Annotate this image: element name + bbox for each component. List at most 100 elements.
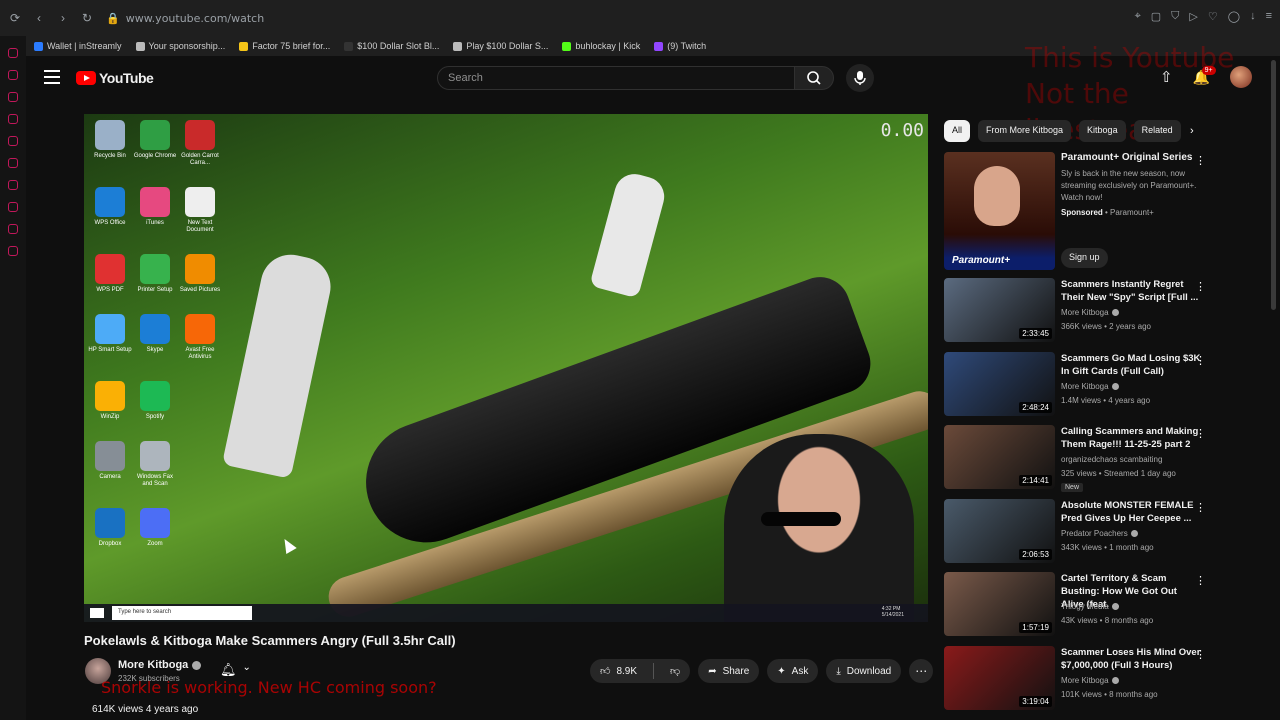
bookmark-4[interactable]: Play $100 Dollar S... bbox=[453, 41, 548, 51]
video-menu-icon[interactable]: ⋮ bbox=[1195, 354, 1206, 367]
bookmark-0[interactable]: Wallet | inStreamly bbox=[34, 41, 122, 51]
recommended-video[interactable]: 1:57:19 Cartel Territory & Scam Busting: … bbox=[944, 572, 1216, 646]
hamburger-menu-icon[interactable] bbox=[44, 70, 60, 84]
channel-name[interactable]: More Kitboga bbox=[118, 659, 202, 671]
verified-icon bbox=[1111, 676, 1119, 684]
voice-search-button[interactable] bbox=[846, 64, 874, 92]
download-icon[interactable]: ↓ bbox=[1250, 10, 1256, 23]
desktop-app-icon bbox=[95, 441, 125, 471]
video-channel[interactable]: More Kitboga bbox=[1061, 308, 1119, 317]
sidebar-app-icon[interactable] bbox=[8, 92, 18, 102]
reload-icon[interactable]: ⟳ bbox=[6, 9, 24, 27]
recommended-video[interactable]: 2:33:45 Scammers Instantly Regret Their N… bbox=[944, 278, 1216, 352]
video-title[interactable]: Scammer Loses His Mind Over $7,000,000 (… bbox=[1061, 646, 1201, 672]
video-menu-icon[interactable]: ⋮ bbox=[1195, 501, 1206, 514]
sidebar-app-icon[interactable] bbox=[8, 136, 18, 146]
bookmark-1[interactable]: Your sponsorship... bbox=[135, 41, 225, 51]
desktop-app-icon bbox=[185, 381, 215, 411]
sidebar-app-icon[interactable] bbox=[8, 70, 18, 80]
ad-signup-button[interactable]: Sign up bbox=[1061, 248, 1108, 268]
bookmark-icon bbox=[344, 41, 354, 51]
pin-icon[interactable]: ⌖ bbox=[1135, 10, 1141, 23]
back-icon[interactable]: ‹ bbox=[30, 9, 48, 27]
bookmark-6[interactable]: (9) Twitch bbox=[654, 41, 706, 51]
recommended-video[interactable]: 3:19:04 Scammer Loses His Mind Over $7,00… bbox=[944, 645, 1216, 720]
sidebar-app-icon[interactable] bbox=[8, 158, 18, 168]
bookmark-2[interactable]: Factor 75 brief for... bbox=[239, 41, 330, 51]
video-channel[interactable]: Predator Poachers bbox=[1061, 529, 1138, 538]
video-thumbnail[interactable]: 2:06:53 bbox=[944, 498, 1055, 563]
play-icon[interactable]: ▷ bbox=[1189, 10, 1197, 23]
video-player[interactable]: 0.00 Recycle Bin Google Chrome Golden Carr… bbox=[84, 114, 928, 622]
desktop-icon-label: Printer Setup bbox=[137, 287, 173, 293]
desktop-icon-label: WinZip bbox=[100, 414, 120, 420]
more-actions-button[interactable]: ⋯ bbox=[909, 659, 934, 683]
video-title[interactable]: Calling Scammers and Making Them Rage!!!… bbox=[1061, 425, 1201, 451]
bookmark-3[interactable]: $100 Dollar Slot Bl... bbox=[344, 41, 439, 51]
recommended-video[interactable]: 2:14:41 Calling Scammers and Making Them … bbox=[944, 425, 1216, 499]
video-scene-figure bbox=[221, 249, 337, 479]
sidebar-app-icon[interactable] bbox=[8, 180, 18, 190]
ad-menu-icon[interactable]: ⋮ bbox=[1195, 154, 1206, 167]
recommended-video[interactable]: 2:06:53 Absolute MONSTER FEMALE Pred Give… bbox=[944, 498, 1216, 573]
like-button[interactable]: 👍︎ 8.9K bbox=[590, 659, 647, 683]
video-menu-icon[interactable]: ⋮ bbox=[1195, 280, 1206, 293]
filter-chips: All From More Kitboga Kitboga Related bbox=[944, 120, 1181, 142]
video-thumbnail[interactable]: 2:48:24 bbox=[944, 351, 1055, 416]
video-menu-icon[interactable]: ⋮ bbox=[1195, 648, 1206, 661]
sidebar-app-icon[interactable] bbox=[8, 114, 18, 124]
account-icon[interactable]: ◯ bbox=[1228, 10, 1240, 23]
video-channel[interactable]: Trilogy Media bbox=[1061, 602, 1119, 611]
sidebar-app-icon[interactable] bbox=[8, 224, 18, 234]
video-thumbnail[interactable]: 2:14:41 bbox=[944, 425, 1055, 489]
video-title[interactable]: Absolute MONSTER FEMALE Pred Gives Up He… bbox=[1061, 499, 1201, 525]
chip-kitboga[interactable]: Kitboga bbox=[1079, 120, 1126, 142]
video-channel[interactable]: More Kitboga bbox=[1061, 382, 1119, 391]
sidebar-app-icon[interactable] bbox=[8, 202, 18, 212]
bookmark-5[interactable]: buhlockay | Kick bbox=[562, 41, 640, 51]
upload-icon[interactable]: ⇧ bbox=[1160, 68, 1173, 86]
forward-icon[interactable]: › bbox=[54, 9, 72, 27]
sidebar-app-icon[interactable] bbox=[8, 246, 18, 256]
ask-button[interactable]: ✦ Ask bbox=[767, 659, 819, 683]
video-thumbnail[interactable]: 2:33:45 bbox=[944, 278, 1055, 342]
video-menu-icon[interactable]: ⋮ bbox=[1195, 574, 1206, 587]
heart-icon[interactable]: ♡ bbox=[1208, 10, 1218, 23]
video-channel[interactable]: organizedchaos scambaiting bbox=[1061, 455, 1162, 464]
chip-all[interactable]: All bbox=[944, 120, 971, 142]
page-scrollbar[interactable] bbox=[1271, 60, 1276, 310]
search-button[interactable] bbox=[794, 66, 834, 90]
video-menu-icon[interactable]: ⋮ bbox=[1195, 427, 1206, 440]
download-button[interactable]: ⤓ Download bbox=[826, 659, 902, 683]
video-channel[interactable]: More Kitboga bbox=[1061, 676, 1119, 685]
video-thumbnail[interactable]: 3:19:04 bbox=[944, 645, 1055, 710]
notifications-button[interactable]: 🔔 9+ bbox=[1193, 65, 1216, 86]
chip-related[interactable]: Related bbox=[1133, 120, 1181, 142]
shield-icon[interactable]: ⛉ bbox=[1171, 10, 1179, 23]
video-title[interactable]: Scammers Instantly Regret Their New "Spy… bbox=[1061, 278, 1201, 304]
youtube-logo[interactable]: YouTube bbox=[76, 70, 154, 86]
ad-thumbnail[interactable]: Paramount+ bbox=[944, 152, 1055, 270]
account-avatar[interactable] bbox=[1230, 66, 1252, 88]
dislike-button[interactable]: 👎︎ bbox=[660, 659, 690, 683]
ad-title[interactable]: Paramount+ Original Series bbox=[1061, 152, 1201, 163]
desktop-icon: Recycle Bin bbox=[88, 120, 132, 167]
search-input[interactable]: Search bbox=[437, 66, 795, 90]
chip-from-more-kitboga[interactable]: From More Kitboga bbox=[978, 120, 1072, 142]
desktop-icon: HP Smart Setup bbox=[88, 314, 132, 361]
menu-icon[interactable]: ≡ bbox=[1266, 10, 1272, 23]
sidebar-app-icon[interactable] bbox=[8, 48, 18, 58]
subscription-bell-button[interactable]: 🔔︎ ⌄ bbox=[220, 662, 251, 678]
video-thumbnail[interactable]: 1:57:19 bbox=[944, 572, 1055, 636]
sponsored-ad[interactable]: Paramount+ Paramount+ Original Series Sl… bbox=[944, 152, 1214, 272]
lock-icon: 🔒 bbox=[106, 11, 120, 25]
url-text[interactable]: www.youtube.com/watch bbox=[126, 12, 265, 25]
refresh-icon[interactable]: ↻ bbox=[78, 9, 96, 27]
share-button[interactable]: ➦ Share bbox=[698, 659, 760, 683]
video-title[interactable]: Scammers Go Mad Losing $3K In Gift Cards… bbox=[1061, 352, 1201, 378]
tab-icon[interactable]: ▢ bbox=[1151, 10, 1161, 23]
recommended-video[interactable]: 2:48:24 Scammers Go Mad Losing $3K In Gif… bbox=[944, 351, 1216, 426]
ad-advertiser: • Paramount+ bbox=[1105, 208, 1154, 217]
chevron-right-icon[interactable]: › bbox=[1190, 125, 1194, 137]
address-bar[interactable]: 🔒 www.youtube.com/watch bbox=[106, 12, 264, 25]
